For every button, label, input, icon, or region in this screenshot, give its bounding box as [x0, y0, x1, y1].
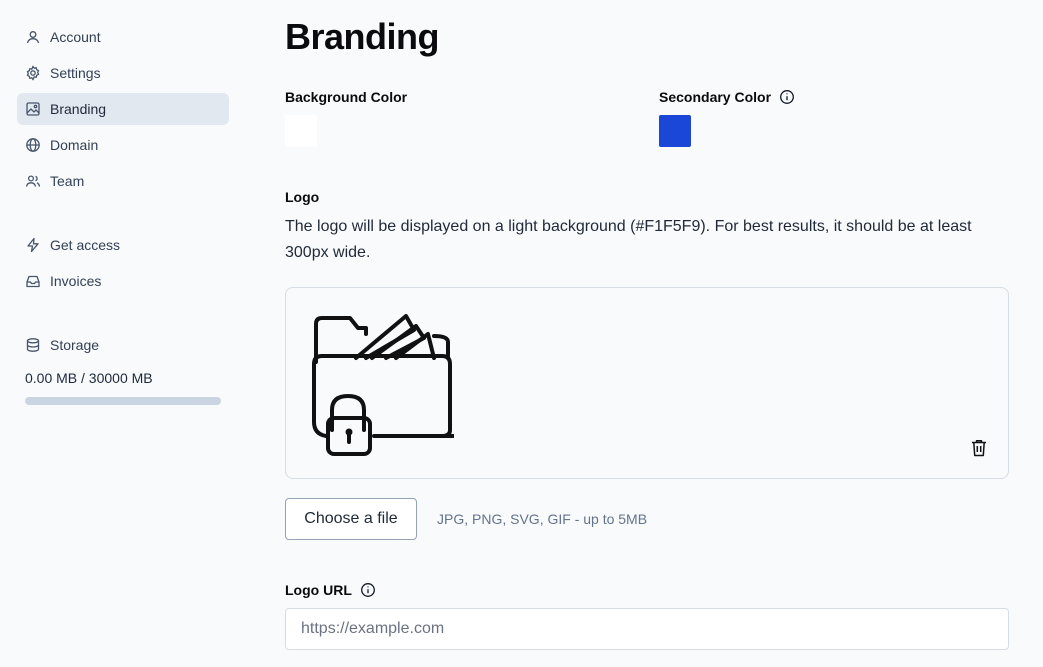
sidebar-item-label: Domain	[50, 137, 99, 153]
logo-url-label-text: Logo URL	[285, 582, 352, 598]
delete-logo-icon[interactable]	[970, 438, 988, 458]
background-color-label-text: Background Color	[285, 89, 408, 105]
logo-url-label: Logo URL	[285, 582, 376, 598]
logo-url-input[interactable]	[285, 608, 1009, 650]
sidebar-item-domain[interactable]: Domain	[17, 129, 229, 161]
page-title: Branding	[285, 16, 440, 57]
secondary-color-label: Secondary Color	[659, 89, 795, 105]
background-color-swatch[interactable]	[285, 115, 317, 147]
secondary-color-swatch[interactable]	[659, 115, 691, 147]
sidebar-item-label: Team	[50, 173, 85, 189]
storage-usage-text: 0.00 MB / 30000 MB	[25, 370, 153, 386]
logo-label: Logo	[285, 189, 319, 205]
sidebar-item-label: Storage	[50, 337, 100, 353]
globe-icon	[24, 136, 42, 154]
sidebar-item-get-access[interactable]: Get access	[17, 229, 229, 261]
info-icon[interactable]	[360, 582, 376, 598]
sidebar-item-account[interactable]: Account	[17, 21, 229, 53]
logo-help-text: The logo will be displayed on a light ba…	[285, 218, 972, 261]
sidebar-item-settings[interactable]: Settings	[17, 57, 229, 89]
background-color-label: Background Color	[285, 89, 407, 105]
lightning-icon	[24, 236, 42, 254]
database-icon	[24, 336, 42, 354]
sidebar-item-label: Settings	[50, 65, 101, 81]
sidebar-item-storage[interactable]: Storage	[17, 329, 229, 361]
file-type-hint: JPG, PNG, SVG, GIF - up to 5MB	[437, 511, 648, 527]
choose-file-button[interactable]: Choose a file	[285, 498, 417, 540]
sidebar-item-branding[interactable]: Branding	[17, 93, 229, 125]
user-icon	[24, 28, 42, 46]
branding-panel: Branding Background Color Secondary Colo…	[285, 0, 1009, 667]
info-icon[interactable]	[779, 89, 795, 105]
image-icon	[24, 100, 42, 118]
sidebar-item-label: Branding	[50, 101, 107, 117]
users-icon	[24, 172, 42, 190]
sidebar-item-label: Get access	[50, 237, 121, 253]
sidebar: Account Settings Branding Domain Team Ge…	[0, 0, 245, 667]
logo-preview-box	[285, 287, 1009, 479]
secondary-color-label-text: Secondary Color	[659, 89, 772, 105]
sidebar-item-invoices[interactable]: Invoices	[17, 265, 229, 297]
gear-icon	[24, 64, 42, 82]
storage-progress-bar	[25, 397, 221, 405]
logo-label-text: Logo	[285, 189, 320, 205]
sidebar-item-team[interactable]: Team	[17, 165, 229, 197]
sidebar-item-label: Invoices	[50, 273, 102, 289]
folder-lock-icon	[312, 314, 454, 456]
inbox-icon	[24, 272, 42, 290]
sidebar-item-label: Account	[50, 29, 101, 45]
